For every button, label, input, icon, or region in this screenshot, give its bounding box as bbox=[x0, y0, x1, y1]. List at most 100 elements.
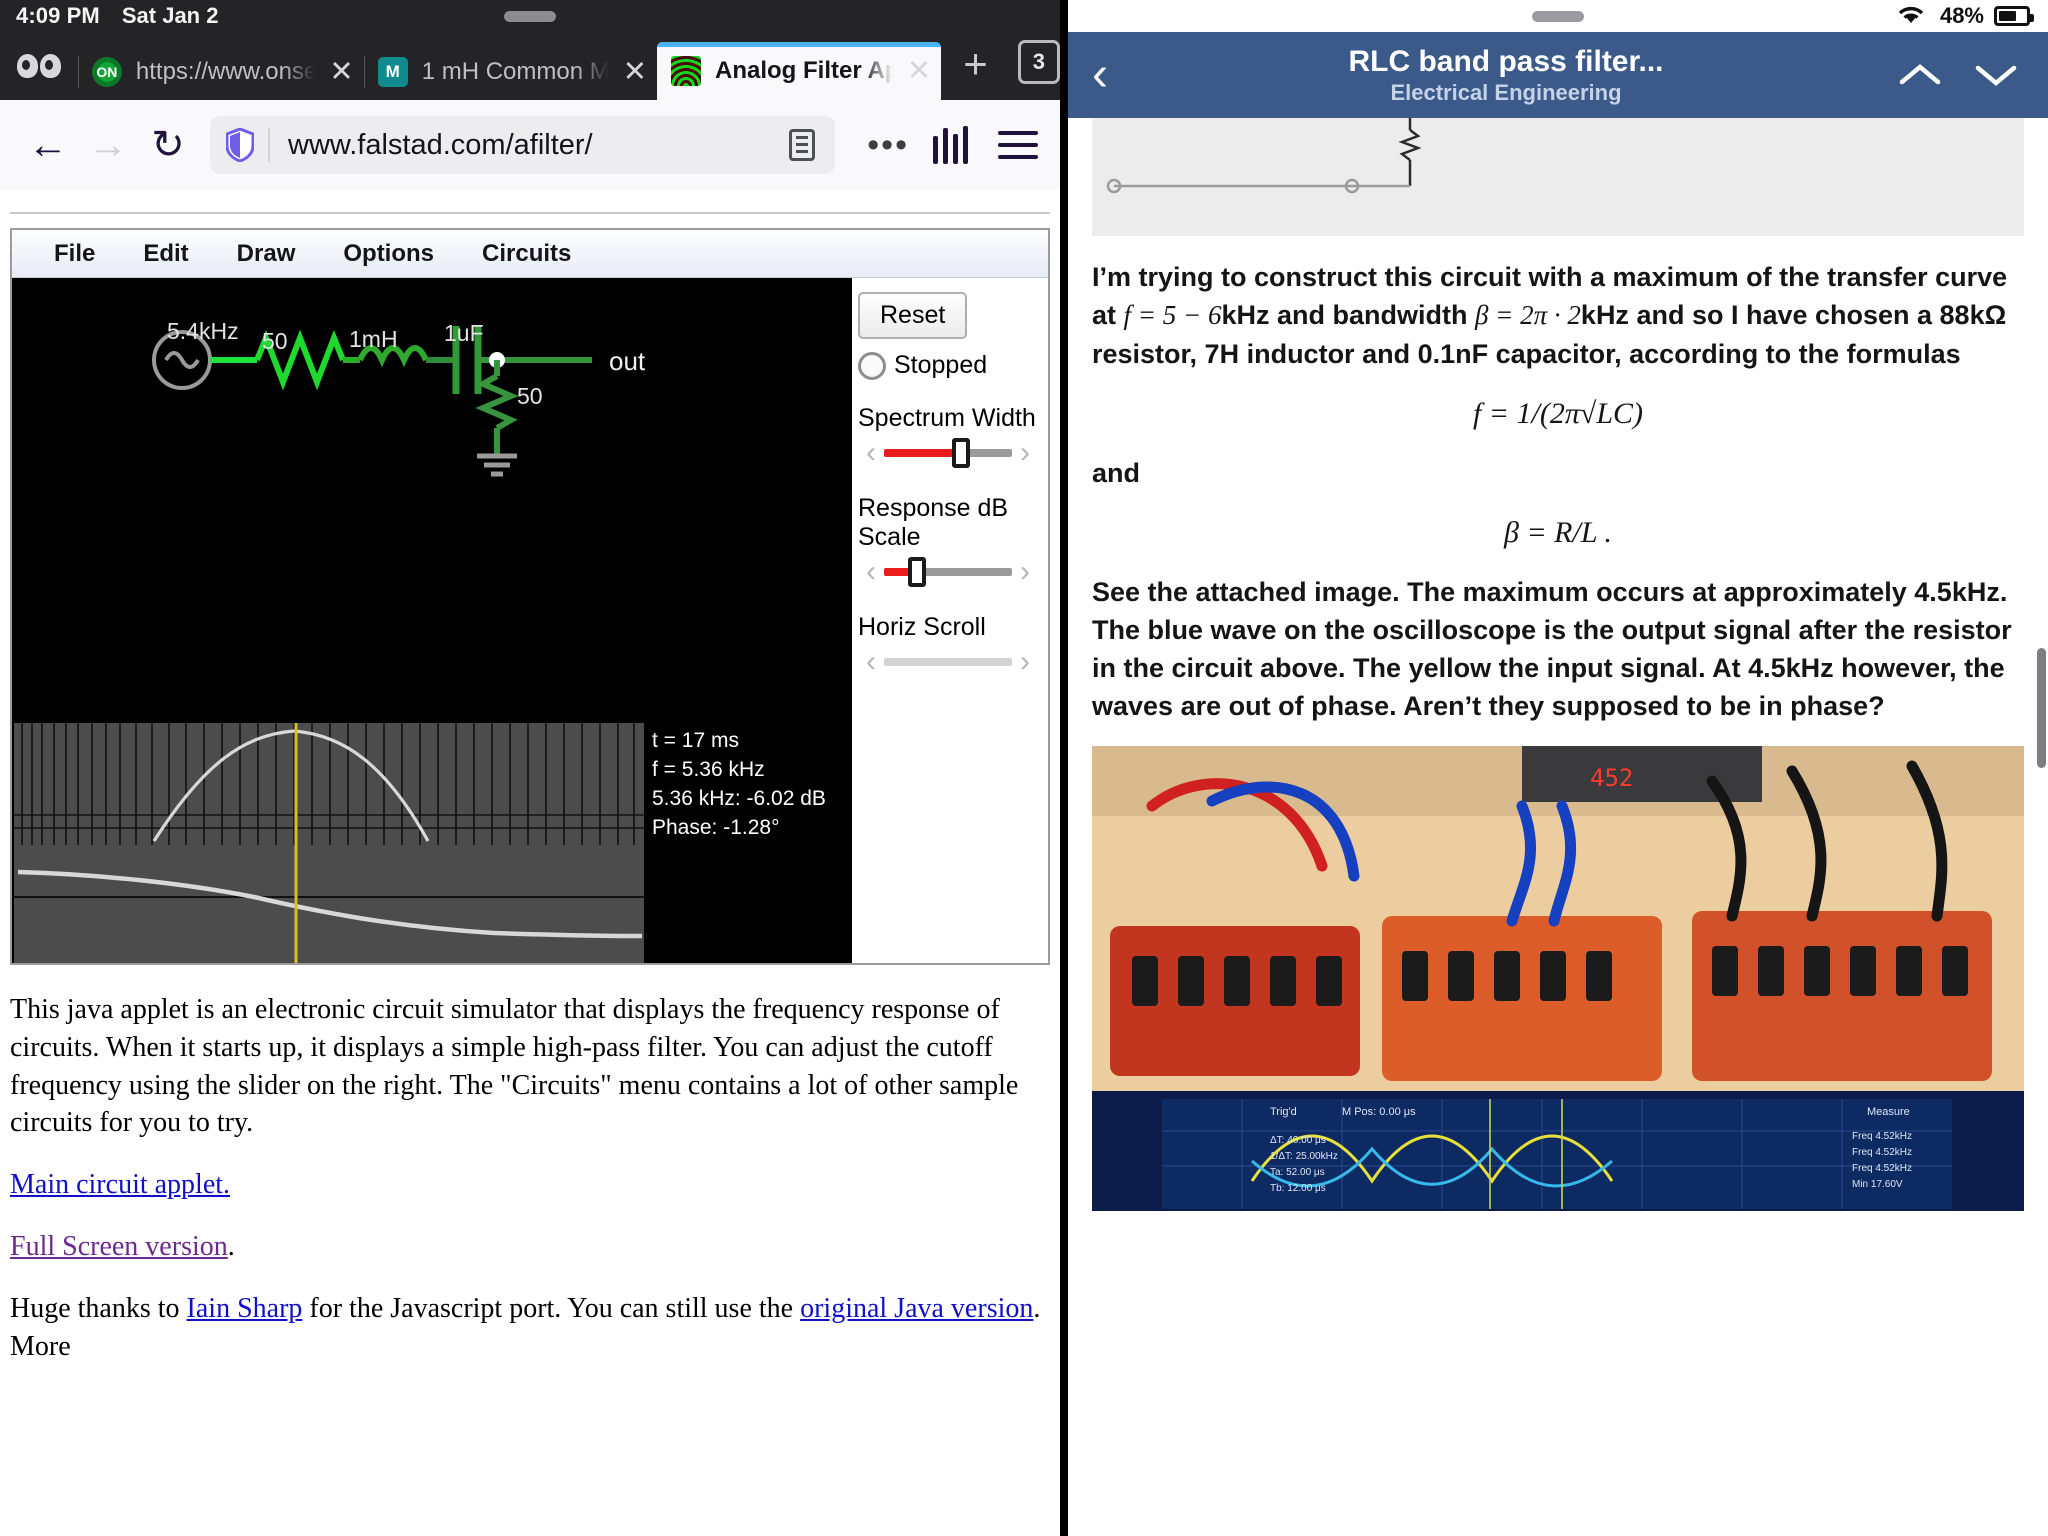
battery-icon bbox=[1994, 6, 2034, 26]
vertical-scrollbar[interactable] bbox=[2037, 648, 2046, 768]
horiz-scroll-label: Horiz Scroll bbox=[858, 613, 986, 641]
spectrum-width-slider[interactable]: ‹ › bbox=[858, 436, 1038, 470]
svg-text:M Pos: 0.00 μs: M Pos: 0.00 μs bbox=[1342, 1106, 1416, 1118]
period: . bbox=[227, 1230, 235, 1262]
question-text: I’m trying to construct this circuit wit… bbox=[1092, 258, 2024, 726]
svg-text:452: 452 bbox=[1590, 764, 1633, 792]
slider-track[interactable] bbox=[884, 438, 1012, 468]
phase-plot bbox=[14, 845, 644, 963]
wifi-icon bbox=[1894, 2, 1928, 31]
tab-common-mode[interactable]: M 1 mH Common Mode ✕ bbox=[363, 44, 657, 100]
private-mask-icon[interactable] bbox=[0, 32, 78, 100]
chevron-up-icon[interactable] bbox=[1882, 55, 1958, 95]
link-main-circuit-applet[interactable]: Main circuit applet. bbox=[10, 1169, 230, 1200]
svg-text:Freq 4.52kHz: Freq 4.52kHz bbox=[1852, 1147, 1912, 1158]
window-grabber[interactable] bbox=[504, 11, 556, 22]
paragraph-intro: This java applet is an electronic circui… bbox=[10, 994, 1019, 1139]
link-iain-sharp[interactable]: Iain Sharp bbox=[187, 1293, 303, 1324]
back-button[interactable]: ‹ bbox=[1082, 51, 1130, 99]
spectrum-plot bbox=[14, 723, 644, 845]
shield-icon[interactable] bbox=[226, 128, 254, 162]
horiz-scroll-slider[interactable]: ‹ › bbox=[858, 645, 1038, 679]
question-body[interactable]: I’m trying to construct this circuit wit… bbox=[1068, 118, 2048, 1536]
more-options-button[interactable]: ••• bbox=[867, 126, 909, 165]
slider-left-arrow[interactable]: ‹ bbox=[858, 436, 884, 470]
slider-left-arrow[interactable]: ‹ bbox=[858, 555, 884, 589]
svg-text:Min 17.60V: Min 17.60V bbox=[1852, 1179, 1903, 1190]
circuit-diagram bbox=[152, 326, 592, 477]
stopped-checkbox-row[interactable]: Stopped bbox=[858, 351, 1038, 380]
credits-middle: for the Javascript port. You can still u… bbox=[302, 1292, 801, 1324]
slider-right-arrow[interactable]: › bbox=[1012, 436, 1038, 470]
slider-knob[interactable] bbox=[908, 557, 927, 587]
page-body-text: This java applet is an electronic circui… bbox=[10, 991, 1050, 1365]
menu-options[interactable]: Options bbox=[319, 240, 458, 268]
readout-gain: 5.36 kHz: -6.02 dB bbox=[652, 786, 826, 810]
svg-text:Measure: Measure bbox=[1867, 1106, 1910, 1118]
link-original-java-version[interactable]: original Java version bbox=[800, 1293, 1033, 1324]
q1-math-beta: β = 2π · 2 bbox=[1474, 300, 1581, 331]
reader-view-icon[interactable] bbox=[789, 129, 816, 161]
slider-track[interactable] bbox=[884, 557, 1012, 587]
scope-readout: t = 17 ms f = 5.36 kHz 5.36 kHz: -6.02 d… bbox=[652, 727, 826, 843]
library-icon[interactable] bbox=[933, 126, 968, 164]
response-db-scale-label: Response dB Scale bbox=[858, 494, 1009, 551]
simulation-canvas[interactable]: 5.4kHz 50 1mH 1uF 50 out t = 17 ms f = 5… bbox=[12, 278, 852, 963]
page-divider bbox=[10, 212, 1050, 214]
svg-text:Freq 4.52kHz: Freq 4.52kHz bbox=[1852, 1163, 1912, 1174]
circuit-thumbnail[interactable] bbox=[1092, 118, 2024, 236]
status-date: Sat Jan 2 bbox=[121, 3, 219, 28]
window-divider bbox=[1060, 0, 1068, 1536]
and-connector: and bbox=[1092, 457, 1141, 488]
svg-text:1/ΔT: 25.00kHz: 1/ΔT: 25.00kHz bbox=[1270, 1151, 1338, 1162]
forward-button[interactable]: → bbox=[78, 115, 138, 175]
tab-close-button[interactable]: ✕ bbox=[623, 57, 647, 87]
resistor2-label: 50 bbox=[517, 383, 543, 409]
source-frequency-label: 5.4kHz bbox=[167, 318, 239, 344]
slider-knob[interactable] bbox=[951, 438, 970, 468]
scope-area[interactable]: t = 17 ms f = 5.36 kHz 5.36 kHz: -6.02 d… bbox=[12, 723, 852, 963]
stopped-checkbox[interactable] bbox=[858, 351, 886, 380]
oscilloscope-photo[interactable]: Trig'd M Pos: 0.00 μs Measure ΔT: 40.00 … bbox=[1092, 1090, 2024, 1211]
menu-edit[interactable]: Edit bbox=[119, 240, 212, 268]
url-bar[interactable]: www.falstad.com/afilter/ bbox=[210, 116, 836, 174]
readout-phase: Phase: -1.28° bbox=[652, 815, 780, 839]
header-titles: RLC band pass filter... Electrical Engin… bbox=[1130, 45, 1882, 106]
q1-part-b: kHz and bandwidth bbox=[1221, 300, 1475, 331]
reload-button[interactable]: ↻ bbox=[138, 115, 198, 175]
tab-close-button[interactable]: ✕ bbox=[907, 56, 931, 86]
tab-onsemi[interactable]: ON https://www.onsemi ✕ bbox=[77, 44, 364, 100]
analog-filter-icon bbox=[671, 56, 701, 86]
chevron-down-icon[interactable] bbox=[1958, 55, 2034, 95]
slider-left-arrow[interactable]: ‹ bbox=[858, 645, 884, 679]
menu-circuits[interactable]: Circuits bbox=[458, 240, 595, 268]
reset-button[interactable]: Reset bbox=[858, 292, 968, 339]
readout-time: t = 17 ms bbox=[652, 729, 739, 752]
menu-file[interactable]: File bbox=[30, 240, 119, 268]
menu-draw[interactable]: Draw bbox=[213, 240, 320, 268]
link-full-screen-version[interactable]: Full Screen version bbox=[10, 1231, 228, 1262]
tab-analog-filter[interactable]: Analog Filter Applet ✕ bbox=[657, 42, 942, 100]
web-page-content: File Edit Draw Options Circuits 5.4kHz 5… bbox=[0, 190, 1060, 1536]
slider-right-arrow[interactable]: › bbox=[1012, 555, 1038, 589]
output-node-label: out bbox=[609, 346, 646, 376]
q1-math-f: f = 5 − 6 bbox=[1123, 300, 1222, 331]
mouser-icon: M bbox=[377, 57, 408, 87]
svg-text:Ta: 52.00 μs: Ta: 52.00 μs bbox=[1270, 1167, 1325, 1178]
new-tab-button[interactable]: + bbox=[963, 40, 988, 88]
battery-percent: 48% bbox=[1939, 3, 1984, 28]
hamburger-icon[interactable] bbox=[998, 123, 1038, 167]
tab-title: Analog Filter Applet bbox=[715, 57, 893, 84]
breadboard-photo[interactable]: 452 bbox=[1092, 745, 2024, 1091]
tab-close-button[interactable]: ✕ bbox=[329, 57, 353, 87]
app-header: ‹ RLC band pass filter... Electrical Eng… bbox=[1068, 32, 2048, 118]
formula-bandwidth: β = R/L . bbox=[1504, 515, 1612, 549]
formula-frequency: f = 1/(2π√LC) bbox=[1472, 396, 1644, 430]
slider-right-arrow[interactable]: › bbox=[1012, 645, 1038, 679]
back-button[interactable]: ← bbox=[18, 115, 78, 175]
tab-count-button[interactable]: 3 bbox=[1017, 40, 1060, 84]
svg-text:Tb: 12.00 μs: Tb: 12.00 μs bbox=[1270, 1183, 1326, 1194]
response-db-slider[interactable]: ‹ › bbox=[858, 555, 1038, 589]
window-grabber[interactable] bbox=[1532, 11, 1584, 22]
slider-track[interactable] bbox=[884, 648, 1012, 676]
